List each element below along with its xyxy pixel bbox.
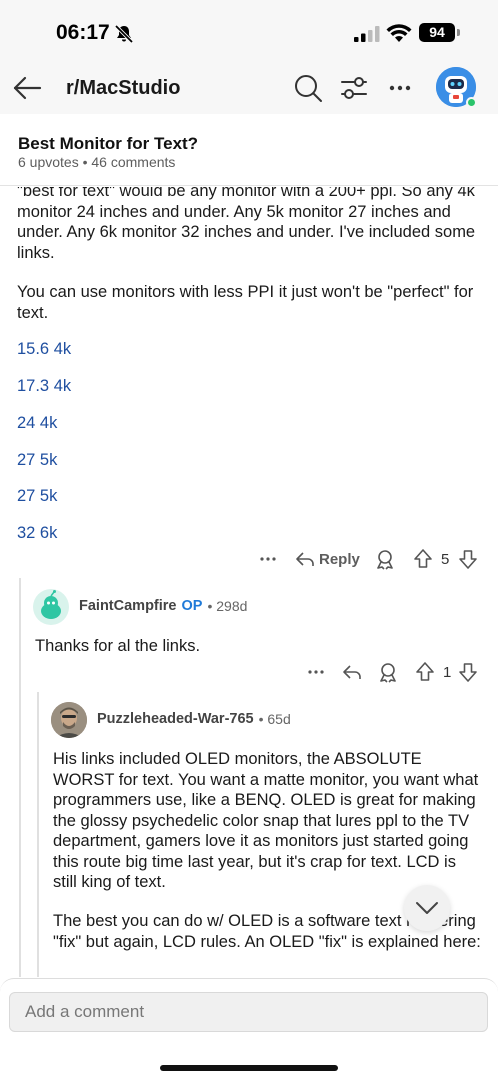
award-icon bbox=[377, 550, 393, 570]
upvote-button[interactable] bbox=[414, 660, 436, 684]
downvote-arrow-icon bbox=[459, 663, 477, 682]
more-dots-icon bbox=[308, 670, 324, 674]
commenter-avatar[interactable] bbox=[33, 589, 69, 625]
comment-composer: Add a comment bbox=[0, 978, 498, 1080]
more-dots-icon bbox=[260, 557, 276, 561]
username[interactable]: FaintCampfire bbox=[79, 598, 177, 614]
comments-scroll-area[interactable]: "best for text" would be any monitor wit… bbox=[0, 187, 498, 977]
bell-slash-icon bbox=[114, 24, 134, 44]
post-summary-bar[interactable]: Best Monitor for Text? 6 upvotes • 46 co… bbox=[0, 114, 498, 186]
cellular-signal-icon bbox=[354, 26, 380, 42]
reply-button[interactable]: Reply bbox=[294, 547, 360, 571]
comment-age: • 298d bbox=[207, 598, 248, 614]
snoo-avatar-icon bbox=[33, 589, 69, 625]
search-icon[interactable] bbox=[292, 72, 324, 104]
status-time: 06:17 bbox=[56, 21, 110, 44]
upvote-button[interactable] bbox=[412, 547, 434, 571]
award-icon bbox=[380, 663, 396, 683]
monitor-link[interactable]: 24 4k bbox=[17, 414, 57, 433]
subreddit-name[interactable]: r/MacStudio bbox=[66, 77, 180, 100]
monitor-link[interactable]: 27 5k bbox=[17, 451, 57, 470]
downvote-arrow-icon bbox=[459, 550, 477, 569]
online-status-dot bbox=[466, 97, 477, 108]
vote-count: 1 bbox=[443, 660, 451, 684]
battery-cap bbox=[457, 29, 460, 36]
vote-count-text: 5 bbox=[441, 550, 450, 568]
post-title[interactable]: Best Monitor for Text? bbox=[18, 134, 198, 154]
top-nav-bar: r/MacStudio bbox=[0, 62, 498, 114]
comment-age: • 65d bbox=[258, 711, 291, 727]
back-arrow-icon[interactable] bbox=[12, 73, 42, 103]
username[interactable]: Puzzleheaded-War-765 bbox=[97, 711, 254, 727]
thread-line bbox=[19, 578, 21, 977]
add-comment-input[interactable]: Add a comment bbox=[9, 992, 488, 1032]
comment-paragraph: "best for text" would be any monitor wit… bbox=[17, 187, 476, 262]
vote-count-text: 1 bbox=[443, 663, 452, 681]
downvote-button[interactable] bbox=[457, 660, 479, 684]
comment-body: Thanks for al the links. bbox=[35, 637, 201, 655]
comment-header: FaintCampfire OP • 298d bbox=[79, 598, 247, 614]
monitor-link[interactable]: 15.6 4k bbox=[17, 340, 71, 359]
home-indicator bbox=[160, 1065, 338, 1071]
comment-more-button[interactable] bbox=[306, 660, 326, 684]
comment-paragraph: His links included OLED monitors, the AB… bbox=[53, 750, 479, 891]
scroll-down-button[interactable] bbox=[404, 885, 450, 931]
vote-count: 5 bbox=[441, 547, 449, 571]
reply-label: Reply bbox=[319, 550, 360, 568]
comment-header: Puzzleheaded-War-765 • 65d bbox=[97, 711, 291, 727]
thread-line bbox=[37, 692, 39, 977]
comment-actions: 1 bbox=[0, 660, 498, 684]
award-button[interactable] bbox=[377, 660, 399, 684]
battery-indicator: 94 bbox=[419, 23, 455, 42]
reply-button[interactable] bbox=[341, 660, 363, 684]
status-bar: 06:17 94 bbox=[0, 0, 498, 62]
chevron-down-icon bbox=[416, 902, 438, 914]
post-meta: 6 upvotes • 46 comments bbox=[18, 154, 176, 170]
downvote-button[interactable] bbox=[457, 547, 479, 571]
award-button[interactable] bbox=[374, 547, 396, 571]
op-badge: OP bbox=[181, 598, 203, 614]
filter-sliders-icon[interactable] bbox=[338, 72, 370, 104]
reply-arrow-icon bbox=[343, 665, 361, 679]
wifi-icon bbox=[386, 24, 412, 42]
comment-actions: Reply 5 bbox=[0, 547, 498, 571]
monitor-link[interactable]: 17.3 4k bbox=[17, 377, 71, 396]
reply-arrow-icon bbox=[296, 552, 314, 566]
profile-photo-icon bbox=[51, 702, 87, 738]
upvote-arrow-icon bbox=[416, 662, 434, 681]
comment-paragraph: You can use monitors with less PPI it ju… bbox=[17, 283, 474, 322]
monitor-link[interactable]: 27 5k bbox=[17, 487, 57, 506]
comment-more-button[interactable] bbox=[258, 547, 278, 571]
monitor-link[interactable]: 32 6k bbox=[17, 524, 57, 543]
upvote-arrow-icon bbox=[414, 549, 432, 568]
more-options-icon[interactable] bbox=[384, 72, 416, 104]
commenter-avatar[interactable] bbox=[51, 702, 87, 738]
